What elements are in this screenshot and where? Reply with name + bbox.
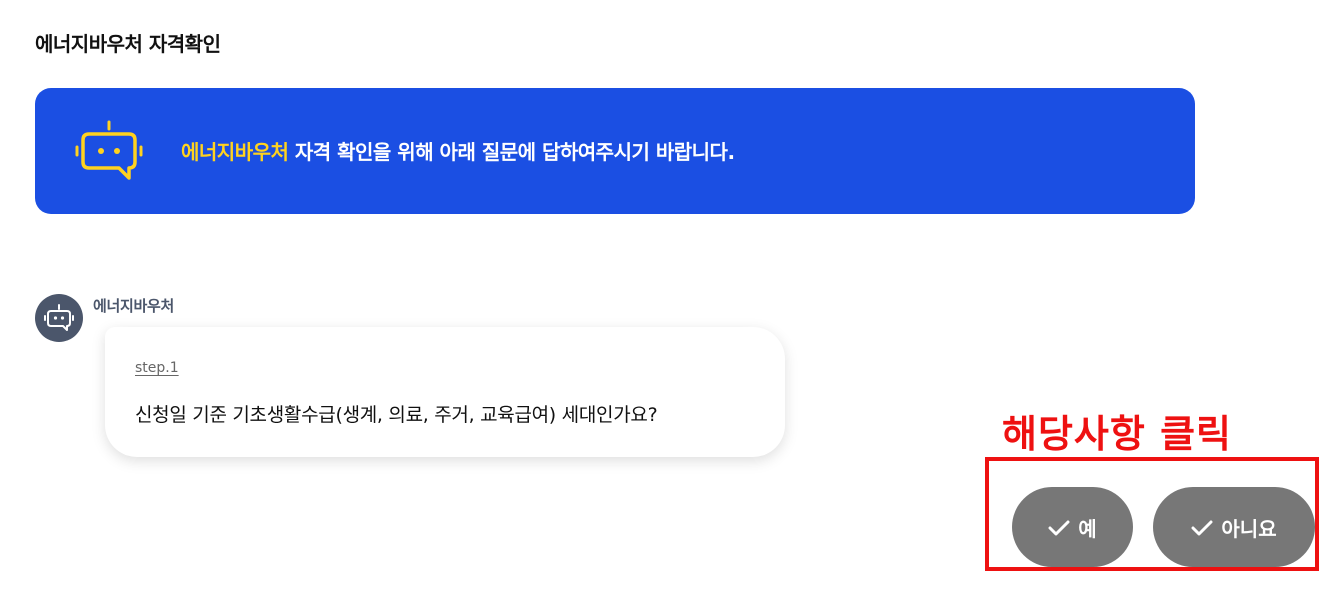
page: 에너지바우처 자격확인 에너지바우처 자격 확인을 위해 아래 질문에 답하여주… [0, 0, 1326, 605]
chatbot-icon [75, 120, 143, 182]
question-bubble: step.1 신청일 기준 기초생활수급(생계, 의료, 주거, 교육급여) 세… [105, 327, 785, 457]
yes-button-label: 예 [1078, 516, 1097, 541]
bot-avatar [35, 294, 83, 342]
banner-message: 에너지바우처 자격 확인을 위해 아래 질문에 답하여주시기 바랍니다. [181, 136, 735, 165]
page-title: 에너지바우처 자격확인 [35, 32, 221, 56]
yes-button[interactable]: 예 [1012, 487, 1133, 567]
bot-name: 에너지바우처 [93, 297, 175, 315]
banner-text: 자격 확인을 위해 아래 질문에 답하여주시기 바랍니다. [288, 140, 735, 164]
check-icon [1048, 518, 1070, 536]
check-icon [1191, 518, 1213, 536]
no-button-label: 아니요 [1221, 516, 1277, 541]
no-button[interactable]: 아니요 [1153, 487, 1315, 567]
annotation-label: 해당사항 클릭 [1002, 412, 1232, 456]
intro-banner: 에너지바우처 자격 확인을 위해 아래 질문에 답하여주시기 바랍니다. [35, 88, 1195, 214]
step-label: step.1 [135, 360, 179, 376]
question-text: 신청일 기준 기초생활수급(생계, 의료, 주거, 교육급여) 세대인가요? [135, 404, 658, 426]
chatbot-icon [44, 304, 74, 331]
banner-highlight: 에너지바우처 [181, 140, 289, 164]
